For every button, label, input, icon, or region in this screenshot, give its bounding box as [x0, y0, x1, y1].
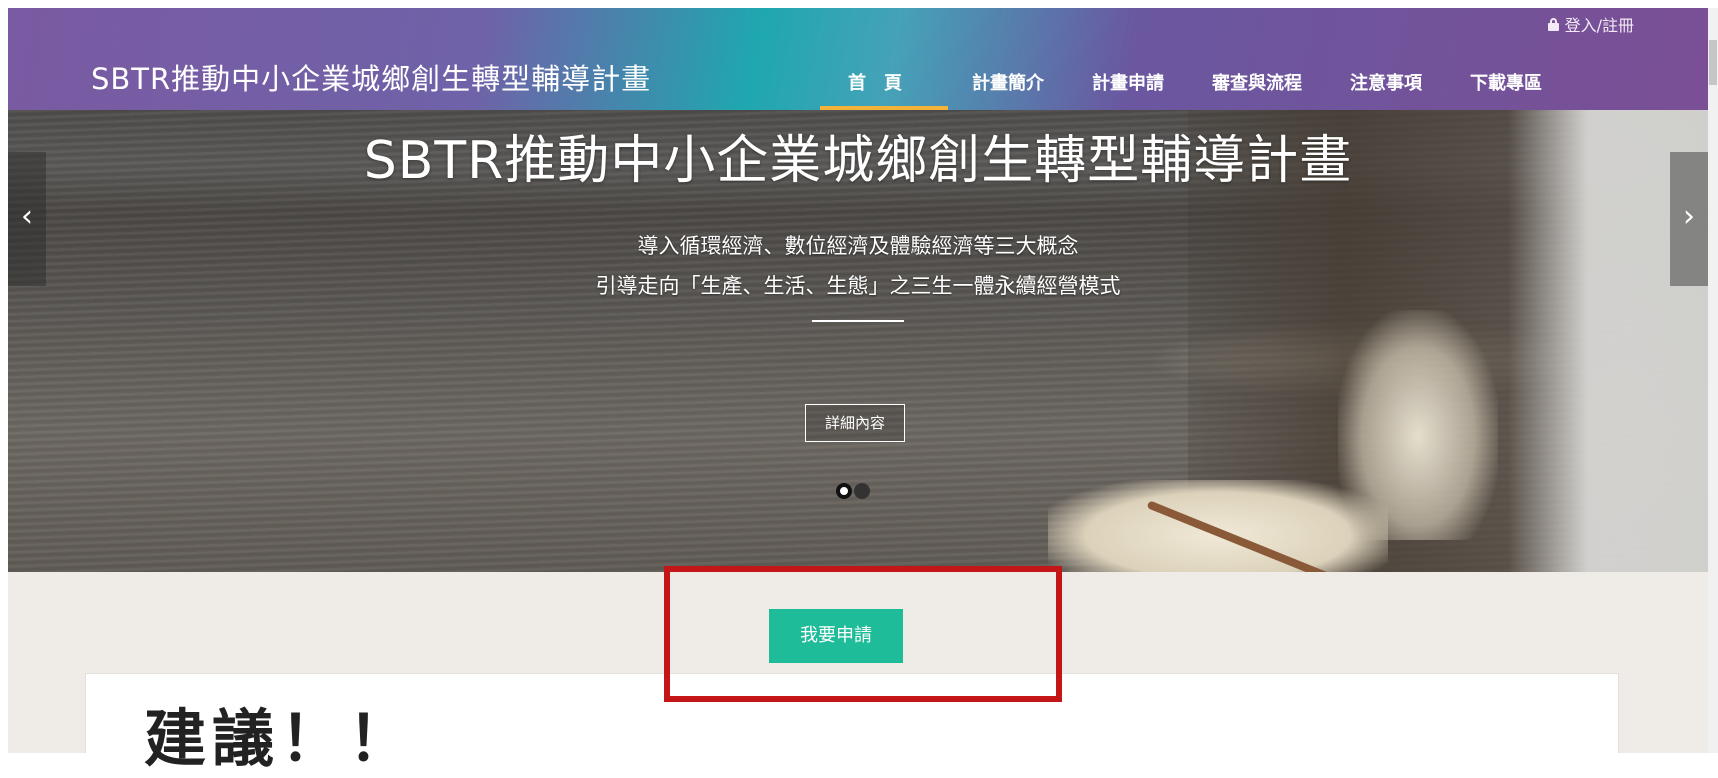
nav-item-notes[interactable]: 注意事項 [1326, 70, 1446, 110]
nav-item-review[interactable]: 審查與流程 [1188, 70, 1326, 110]
hero-carousel: SBTR推動中小企業城鄉創生轉型輔導計畫 導入循環經濟、數位經濟及體驗經濟等三大… [8, 110, 1708, 572]
carousel-next-button[interactable]: › [1670, 152, 1708, 286]
scrollbar-thumb[interactable] [1709, 40, 1717, 85]
nav-item-apply[interactable]: 計畫申請 [1068, 70, 1188, 110]
carousel-dot-1[interactable] [836, 483, 852, 499]
chevron-left-icon: ‹ [21, 199, 33, 234]
nav-item-intro[interactable]: 計畫簡介 [948, 70, 1068, 110]
site-header: SBTR推動中小企業城鄉創生轉型輔導計畫 登入/註冊 首頁 計畫簡介 計畫申請 … [8, 8, 1708, 110]
lock-icon [1547, 17, 1559, 31]
card-heading: 建議！！ [144, 702, 417, 775]
hero-divider [812, 320, 904, 322]
detail-button[interactable]: 詳細內容 [805, 404, 905, 442]
hero-subtitle-1: 導入循環經濟、數位經濟及體驗經濟等三大概念 [637, 234, 1079, 258]
hero-title: SBTR推動中小企業城鄉創生轉型輔導計畫 [363, 131, 1353, 191]
carousel-dot-2[interactable] [854, 483, 870, 499]
carousel-indicators [836, 483, 870, 499]
hero-image-noodles [1048, 480, 1388, 572]
carousel-prev-button[interactable]: ‹ [8, 152, 46, 286]
chevron-right-icon: › [1683, 199, 1695, 234]
login-link[interactable]: 登入/註冊 [1547, 12, 1634, 36]
browser-scrollbar[interactable] [1708, 8, 1718, 753]
annotation-highlight-box [664, 566, 1062, 702]
hero-subtitle-2: 引導走向「生產、生活、生態」之三生一體永續經營模式 [595, 274, 1121, 298]
main-nav: 首頁 計畫簡介 計畫申請 審查與流程 注意事項 下載專區 [820, 70, 1566, 110]
nav-item-downloads[interactable]: 下載專區 [1446, 70, 1566, 110]
login-label[interactable]: 登入/註冊 [1565, 12, 1634, 36]
nav-item-home[interactable]: 首頁 [820, 70, 948, 110]
site-title[interactable]: SBTR推動中小企業城鄉創生轉型輔導計畫 [91, 56, 651, 98]
